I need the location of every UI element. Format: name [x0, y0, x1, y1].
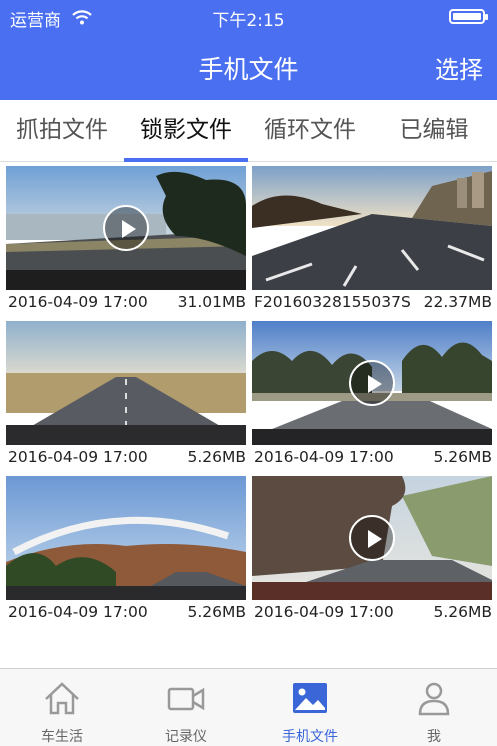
tabbar-item-me[interactable]: 我 [372, 669, 496, 746]
status-bar: 运营商 下午2:15 [0, 0, 497, 32]
video-thumbnail[interactable] [6, 166, 246, 290]
page-title: 手机文件 [198, 55, 299, 84]
video-date: 2016-04-09 17:00 [254, 448, 394, 466]
tabbar-label: 手机文件 [282, 729, 338, 745]
select-button[interactable]: 选择 [435, 50, 483, 85]
status-time: 下午2:15 [212, 11, 285, 31]
video-date: 2016-04-09 17:00 [8, 603, 148, 621]
video-size: 5.26MB [433, 603, 492, 621]
video-thumbnail[interactable] [252, 166, 492, 290]
video-thumbnail[interactable] [252, 476, 492, 600]
tab-label: 抓拍文件 [16, 117, 108, 143]
tabbar-label: 车生活 [41, 729, 83, 745]
video-item: 2016-04-09 17:00 5.26MB [252, 476, 492, 626]
tab-edited[interactable]: 已编辑 [372, 100, 496, 162]
tabbar-item-car-life[interactable]: 车生活 [0, 669, 124, 746]
video-item: 2016-04-09 17:00 5.26MB [252, 321, 492, 471]
video-date: 2016-04-09 17:00 [8, 448, 148, 466]
tabbar-label: 我 [427, 729, 441, 745]
video-thumbnail[interactable] [6, 321, 246, 445]
battery-icon [449, 9, 488, 24]
tab-label: 循环文件 [264, 117, 356, 143]
video-item: 2016-04-09 17:00 5.26MB [6, 321, 246, 471]
video-size: 5.26MB [433, 448, 492, 466]
play-icon[interactable] [349, 515, 395, 561]
video-size: 31.01MB [177, 293, 246, 311]
home-icon [45, 682, 79, 715]
video-thumbnail[interactable] [252, 321, 492, 445]
tab-locked-files[interactable]: 锁影文件 [124, 100, 248, 162]
top-bar: 运营商 下午2:15 手机文件 选择 [0, 0, 497, 100]
play-icon[interactable] [349, 360, 395, 406]
file-category-tabs: 抓拍文件 锁影文件 循环文件 已编辑 [0, 100, 497, 162]
video-date: 2016-04-09 17:00 [254, 603, 394, 621]
video-item: 2016-04-09 17:00 5.26MB [6, 476, 246, 626]
video-size: 5.26MB [187, 603, 246, 621]
bottom-tab-bar: 车生活 记录仪 手机文件 我 [0, 668, 497, 746]
person-icon [418, 682, 450, 716]
tabbar-label: 记录仪 [165, 729, 207, 745]
video-camera-icon [167, 687, 205, 711]
video-thumbnail[interactable] [6, 476, 246, 600]
video-date: 2016-04-09 17:00 [8, 293, 148, 311]
tab-label: 已编辑 [399, 117, 469, 143]
tab-loop-files[interactable]: 循环文件 [248, 100, 372, 162]
tabbar-item-recorder[interactable]: 记录仪 [124, 669, 248, 746]
active-tab-indicator [124, 158, 248, 162]
video-item: F20160328155037S 22.37MB [252, 166, 492, 316]
picture-icon [293, 683, 327, 713]
video-size: 22.37MB [423, 293, 492, 311]
tab-label: 锁影文件 [140, 117, 232, 143]
video-item: 2016-04-09 17:00 31.01MB [6, 166, 246, 316]
tab-snapshot-files[interactable]: 抓拍文件 [0, 100, 124, 162]
play-icon[interactable] [103, 205, 149, 251]
video-date: F20160328155037S [254, 293, 411, 311]
video-size: 5.26MB [187, 448, 246, 466]
tabbar-item-phone-files[interactable]: 手机文件 [248, 669, 372, 746]
